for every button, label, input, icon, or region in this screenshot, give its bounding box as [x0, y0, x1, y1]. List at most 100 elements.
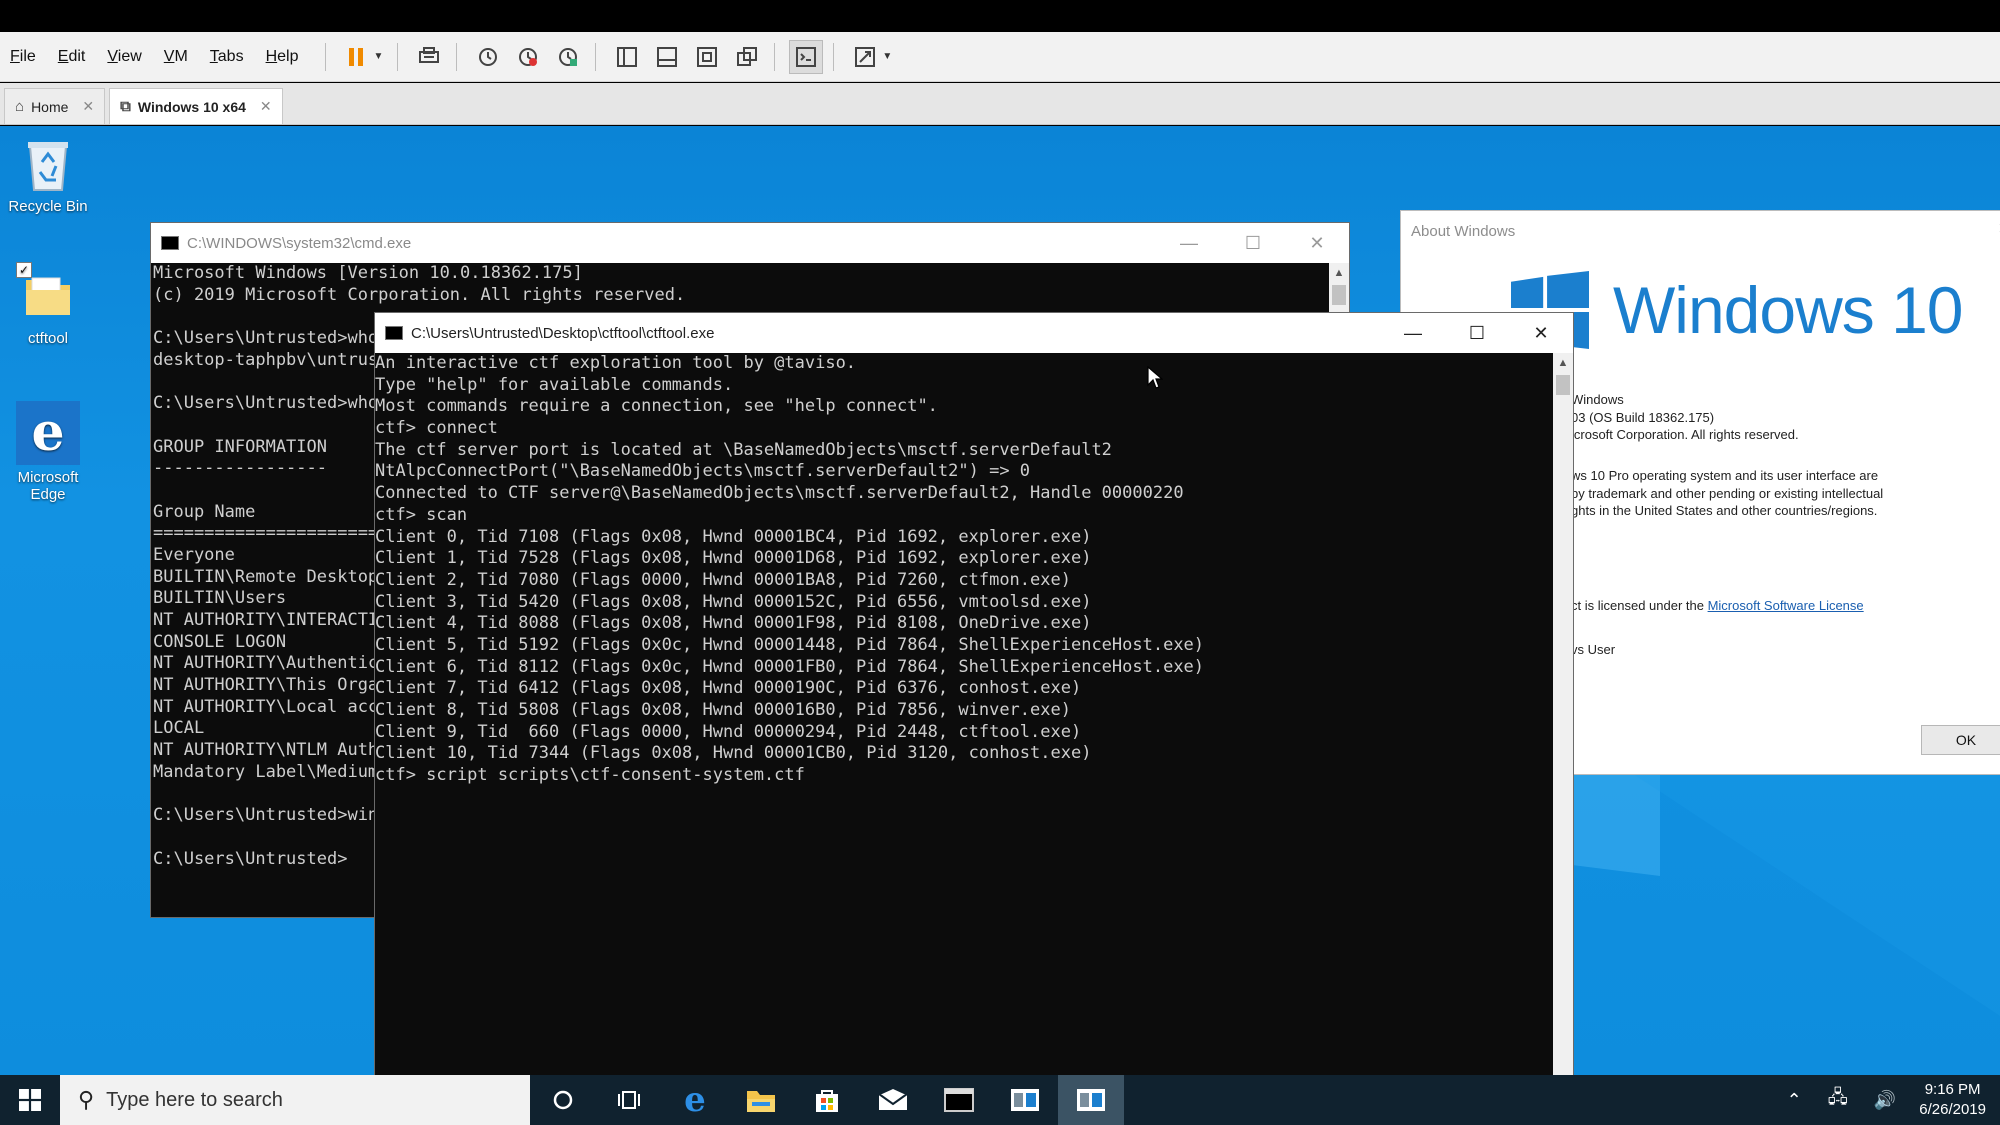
console-line: Connected to CTF server@\BaseNamedObject…: [375, 483, 1184, 504]
network-icon[interactable]: 🖧: [1828, 1085, 1848, 1115]
toolbar-separator: [595, 42, 597, 71]
mouse-pointer-icon: [1147, 366, 1163, 389]
chevron-up-icon[interactable]: ⌃: [1787, 1090, 1802, 1111]
scroll-up-icon[interactable]: ▲: [1329, 267, 1349, 279]
console-view-icon[interactable]: [789, 39, 824, 74]
menu-help[interactable]: Help: [266, 48, 299, 66]
desktop-icon-recycle-bin[interactable]: Recycle Bin: [0, 134, 96, 215]
console-line: Client 8, Tid 5808 (Flags 0x08, Hwnd 000…: [375, 700, 1071, 720]
checkbox-icon[interactable]: ✓: [16, 262, 32, 278]
close-icon[interactable]: ✕: [82, 98, 94, 115]
close-icon[interactable]: ✕: [1285, 223, 1349, 263]
edge-icon: e: [16, 401, 80, 465]
console-line: Most commands require a connection, see …: [375, 396, 938, 417]
send-ctrl-alt-del-icon[interactable]: [412, 40, 446, 74]
console-line: Type "help" for available commands.: [375, 374, 734, 395]
ctftool-scrollbar[interactable]: ▲ ▼: [1553, 353, 1573, 1075]
console-line: Client 3, Tid 5420 (Flags 0x08, Hwnd 000…: [375, 591, 1092, 612]
minimize-icon[interactable]: —: [1381, 313, 1445, 353]
legal-line: ws 10 Pro operating system and its user …: [1571, 468, 1879, 483]
desktop-icon-microsoft-edge[interactable]: e Microsoft Edge: [0, 401, 96, 503]
taskbar-search-box[interactable]: ⚲ Type here to search: [60, 1075, 530, 1125]
store-icon[interactable]: [794, 1075, 860, 1125]
pause-icon[interactable]: [340, 40, 374, 74]
desktop-icon-ctftool[interactable]: ✓ ctftool: [0, 262, 96, 347]
ctftool-icon[interactable]: [1058, 1075, 1124, 1125]
console-line: The ctf server port is located at \BaseN…: [375, 439, 1112, 460]
vmware-menubar: File Edit View VM Tabs Help ▼ ▼: [0, 32, 2000, 82]
edge-icon[interactable]: e: [662, 1075, 728, 1125]
desktop-icon-label: Microsoft Edge: [17, 469, 79, 503]
window-controls: — ☐ ✕: [1381, 313, 1573, 353]
console-line: Client 7, Tid 6412 (Flags 0x08, Hwnd 000…: [375, 678, 1082, 699]
tab-windows-10-x64[interactable]: ⧉ Windows 10 x64 ✕: [109, 88, 283, 124]
menu-edit[interactable]: Edit: [58, 48, 86, 66]
folder-icon: ✓: [16, 262, 78, 326]
console-line: Client 9, Tid 660 (Flags 0000, Hwnd 0000…: [375, 721, 1082, 742]
clock-date: 6/26/2019: [1919, 1101, 1986, 1118]
menu-tabs[interactable]: Tabs: [210, 48, 244, 66]
vmware-tab-bar: ⌂ Home ✕ ⧉ Windows 10 x64 ✕: [0, 83, 2000, 125]
scroll-thumb[interactable]: [1332, 285, 1346, 305]
top-black-bar: [0, 0, 2000, 32]
scroll-up-icon[interactable]: ▲: [1553, 357, 1573, 369]
tab-label: Home: [31, 98, 69, 115]
show-library-icon[interactable]: [610, 40, 644, 74]
license-prefix: ct is licensed under the: [1571, 598, 1708, 613]
cmd-icon[interactable]: [926, 1075, 992, 1125]
legal-line: ghts in the United States and other coun…: [1571, 503, 1878, 518]
pause-dropdown-icon[interactable]: ▼: [374, 51, 384, 62]
task-view-icon[interactable]: [596, 1075, 662, 1125]
tab-home[interactable]: ⌂ Home ✕: [4, 88, 106, 124]
console-line: Client 4, Tid 8088 (Flags 0x08, Hwnd 000…: [375, 613, 1092, 634]
console-line: An interactive ctf exploration tool by @…: [375, 353, 857, 373]
revert-snapshot-icon[interactable]: [511, 40, 545, 74]
recycle-bin-icon: [18, 134, 78, 194]
console-line: (c) 2019 Microsoft Corporation. All righ…: [153, 284, 686, 305]
console-line: Client 1, Tid 7528 (Flags 0x08, Hwnd 000…: [375, 548, 1092, 569]
window-controls: — ☐ ✕: [1157, 223, 1349, 263]
stretch-dropdown-icon[interactable]: ▼: [882, 51, 892, 62]
desktop-icon-label: Recycle Bin: [8, 198, 88, 215]
close-icon[interactable]: ✕: [260, 98, 272, 115]
snapshot-icon[interactable]: [471, 40, 505, 74]
vmware-workstation-window: File Edit View VM Tabs Help ▼ ▼ ⌂ Home ✕…: [0, 0, 2000, 1125]
file-explorer-icon[interactable]: [728, 1075, 794, 1125]
maximize-icon[interactable]: ☐: [1221, 223, 1285, 263]
toolbar-separator: [397, 42, 399, 71]
unity-icon[interactable]: [730, 40, 764, 74]
snapshot-manager-icon[interactable]: [551, 40, 585, 74]
cortana-icon[interactable]: [530, 1075, 596, 1125]
volume-icon[interactable]: 🔊: [1874, 1090, 1896, 1111]
ctftool-icon: [385, 326, 403, 340]
windows-logo-icon: [19, 1089, 41, 1111]
mail-icon[interactable]: [860, 1075, 926, 1125]
console-line: Microsoft Windows [Version 10.0.18362.17…: [153, 263, 583, 283]
console-line: ctf> script scripts\ctf-consent-system.c…: [375, 765, 805, 786]
start-button[interactable]: [0, 1075, 60, 1125]
ctftool-console-output[interactable]: An interactive ctf exploration tool by @…: [375, 353, 1553, 1075]
system-tray: ⌃ 🖧 🔊 9:16 PM 6/26/2019: [1774, 1075, 2000, 1125]
ok-button[interactable]: OK: [1921, 725, 2000, 755]
minimize-icon[interactable]: —: [1157, 223, 1221, 263]
menu-vm[interactable]: VM: [164, 48, 188, 66]
vm-icon: ⧉: [120, 98, 131, 115]
scroll-thumb[interactable]: [1556, 375, 1570, 395]
console-line: Client 6, Tid 8112 (Flags 0x0c, Hwnd 000…: [375, 656, 1205, 677]
menu-view[interactable]: View: [107, 48, 141, 66]
menu-file[interactable]: File: [10, 48, 36, 66]
stretch-guest-icon[interactable]: [848, 40, 882, 74]
windows-10-logo: Windows 10: [1511, 271, 1963, 349]
close-icon[interactable]: ✕: [1509, 313, 1573, 353]
console-line: Client 0, Tid 7108 (Flags 0x08, Hwnd 000…: [375, 526, 1092, 547]
thumbnail-bar-icon[interactable]: [650, 40, 684, 74]
maximize-icon[interactable]: ☐: [1445, 313, 1509, 353]
winver-icon[interactable]: [992, 1075, 1058, 1125]
full-screen-icon[interactable]: [690, 40, 724, 74]
ctftool-window: C:\Users\Untrusted\Desktop\ctftool\ctfto…: [374, 312, 1574, 1075]
license-link[interactable]: Microsoft Software License: [1708, 598, 1864, 613]
search-icon: ⚲: [78, 1087, 95, 1112]
toolbar-separator: [456, 42, 458, 71]
toolbar-separator: [774, 42, 776, 71]
taskbar-clock[interactable]: 9:16 PM 6/26/2019: [1919, 1080, 1986, 1120]
